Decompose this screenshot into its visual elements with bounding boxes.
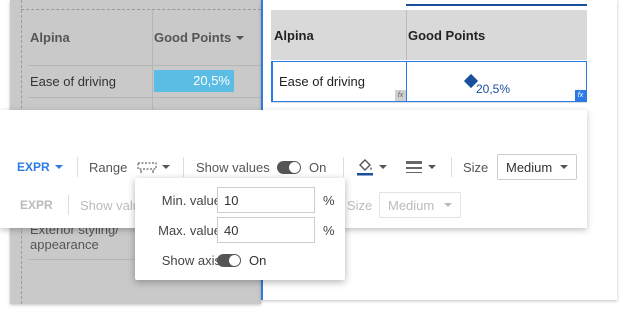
left-header-col2[interactable]: Good Points bbox=[152, 10, 261, 65]
paint-bucket-icon bbox=[357, 159, 373, 176]
fx-icon: fx bbox=[395, 90, 406, 101]
right-header-col1: Alpina bbox=[274, 27, 314, 43]
expr-label-muted: EXPR bbox=[20, 198, 53, 212]
fill-color-dropdown[interactable] bbox=[356, 150, 387, 184]
size-value: Medium bbox=[506, 159, 553, 175]
chevron-down-icon bbox=[560, 165, 568, 169]
range-bar-icon bbox=[137, 162, 157, 173]
line-style-icon bbox=[406, 161, 422, 173]
left-header-col1: Alpina bbox=[30, 30, 70, 45]
size-dropdown-muted: Medium bbox=[379, 188, 461, 222]
max-value-unit: % bbox=[323, 222, 335, 238]
size-dropdown[interactable]: Medium bbox=[497, 150, 577, 184]
size-select-muted: Medium bbox=[379, 192, 461, 218]
size-label-muted: Size bbox=[347, 197, 373, 213]
max-value-row: Max. value % bbox=[135, 217, 345, 243]
max-value-input[interactable] bbox=[217, 217, 315, 243]
show-axis-row: Show axis On bbox=[135, 247, 345, 273]
chevron-down-icon bbox=[379, 165, 387, 169]
min-value-row: Min. value % bbox=[135, 187, 345, 213]
chevron-down-icon bbox=[236, 35, 245, 40]
fx-icon[interactable]: fx bbox=[575, 90, 586, 101]
chevron-down-icon bbox=[162, 165, 170, 169]
show-axis-toggle[interactable]: On bbox=[217, 253, 266, 268]
range-popover: Min. value % Max. value % Show axis On bbox=[135, 178, 345, 280]
right-row-label-cell[interactable]: Ease of driving fx bbox=[271, 61, 406, 102]
size-select: Medium bbox=[497, 154, 577, 180]
right-header-col2: Good Points bbox=[408, 27, 486, 43]
show-values-label-muted: Show valu bbox=[80, 197, 140, 213]
min-value-unit: % bbox=[323, 192, 335, 208]
left-table-header: Alpina Good Points bbox=[28, 10, 261, 66]
left-row-label: Exterior styling/ appearance bbox=[30, 222, 119, 252]
toggle-switch bbox=[277, 160, 301, 174]
left-row-label: Ease of driving bbox=[30, 74, 116, 89]
show-axis-state: On bbox=[249, 252, 267, 268]
right-table-row: Ease of driving fx 20,5% fx bbox=[271, 61, 587, 103]
max-value-label: Max. value bbox=[158, 222, 221, 238]
right-row-value-cell[interactable]: 20,5% fx bbox=[406, 61, 587, 102]
right-row-value: 20,5% bbox=[476, 82, 511, 96]
show-axis-label: Show axis bbox=[161, 252, 221, 268]
size-label: Size bbox=[463, 159, 489, 175]
min-value-label: Min. value bbox=[161, 192, 221, 208]
chevron-down-icon bbox=[54, 165, 63, 169]
size-value-muted: Medium bbox=[388, 197, 435, 213]
expr-label: EXPR bbox=[17, 160, 50, 174]
min-value-input[interactable] bbox=[217, 187, 315, 213]
selection-top-edge bbox=[406, 4, 587, 6]
left-header-col2-label: Good Points bbox=[154, 30, 232, 45]
chevron-down-icon bbox=[428, 165, 436, 169]
show-values-state: On bbox=[309, 159, 327, 175]
line-style-dropdown[interactable] bbox=[405, 150, 436, 184]
range-label: Range bbox=[89, 159, 128, 175]
right-table-header: Alpina Good Points bbox=[271, 10, 587, 60]
left-table-row: Ease of driving 20,5% bbox=[28, 66, 261, 98]
chevron-down-icon bbox=[444, 203, 452, 207]
right-row-label: Ease of driving bbox=[279, 74, 365, 89]
toggle-switch bbox=[217, 253, 241, 267]
data-bar-value: 20,5% bbox=[193, 73, 230, 88]
expr-dropdown[interactable]: EXPR bbox=[17, 150, 63, 184]
